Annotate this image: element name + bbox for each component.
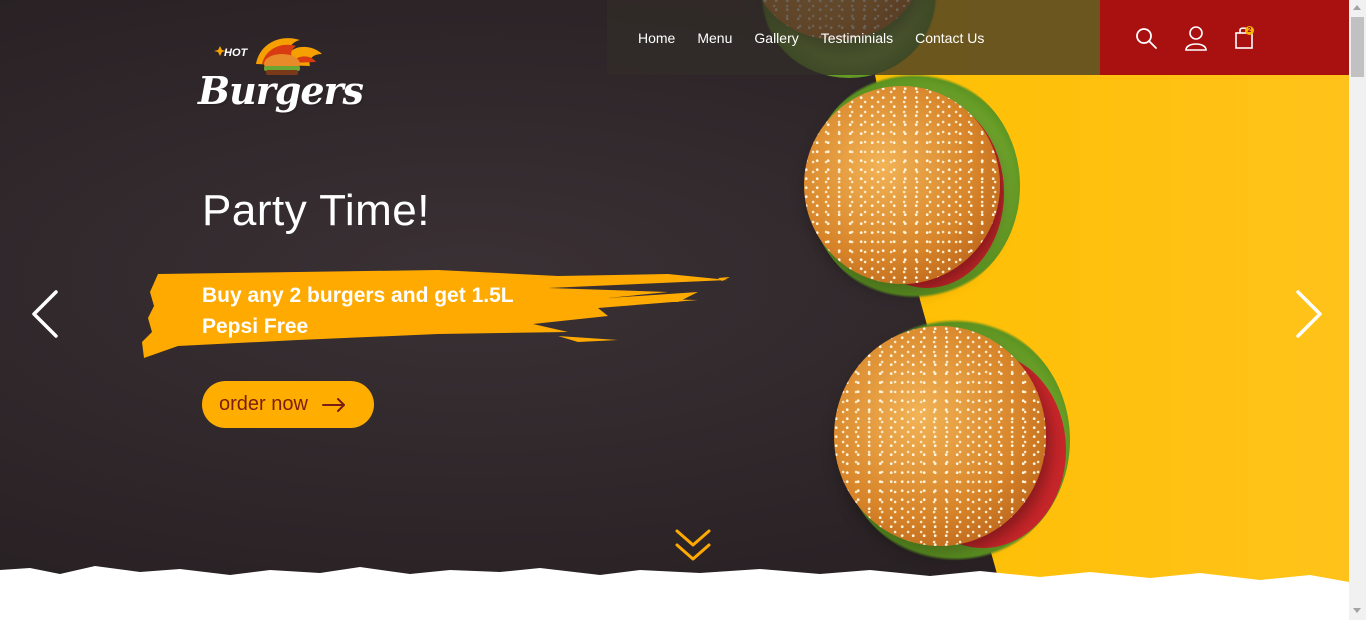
logo-brand-text: Burgers xyxy=(198,68,364,113)
slider-next-button[interactable] xyxy=(1294,289,1326,339)
burger-image-bottom xyxy=(820,312,1080,572)
search-icon xyxy=(1136,28,1157,49)
order-now-label: order now xyxy=(219,393,308,415)
scrollbar-thumb[interactable] xyxy=(1351,17,1364,77)
search-button[interactable] xyxy=(1133,25,1159,51)
hot-burgers-logo[interactable]: HOT Burgers xyxy=(196,34,364,130)
promo-text: Buy any 2 burgers and get 1.5L Pepsi Fre… xyxy=(202,284,514,338)
header-icon-bar: 2 xyxy=(1100,0,1349,75)
arrow-right-icon xyxy=(321,397,345,412)
hero-slider: HOT Burgers Party Time! Buy any 2 burger… xyxy=(0,0,1349,620)
nav-link-testiminials[interactable]: Testiminials xyxy=(821,30,893,46)
hero-headline: Party Time! xyxy=(202,186,430,235)
nav-link-gallery[interactable]: Gallery xyxy=(754,30,798,46)
user-icon xyxy=(1185,26,1207,51)
scroll-down-arrow-icon[interactable] xyxy=(1353,608,1361,613)
nav-link-home[interactable]: Home xyxy=(638,30,675,46)
page-scrollbar[interactable] xyxy=(1349,0,1366,620)
main-navigation: Home Menu Gallery Testiminials Contact U… xyxy=(607,0,1100,75)
double-chevron-down-icon xyxy=(675,529,711,561)
chevron-left-icon xyxy=(32,290,58,338)
chevron-right-icon xyxy=(1296,290,1322,338)
nav-link-menu[interactable]: Menu xyxy=(697,30,732,46)
logo-hot-text: HOT xyxy=(224,47,248,59)
order-now-button[interactable]: order now xyxy=(202,381,374,428)
nav-link-contact-us[interactable]: Contact Us xyxy=(915,30,984,46)
cart-button[interactable]: 2 xyxy=(1231,25,1257,51)
cart-count-badge: 2 xyxy=(1245,26,1254,35)
slider-prev-button[interactable] xyxy=(28,289,60,339)
torn-paper-divider xyxy=(0,566,1349,620)
account-button[interactable] xyxy=(1183,25,1209,51)
burger-image-middle xyxy=(790,66,1030,306)
scroll-up-arrow-icon[interactable] xyxy=(1353,5,1361,10)
scroll-down-button[interactable] xyxy=(674,528,712,564)
